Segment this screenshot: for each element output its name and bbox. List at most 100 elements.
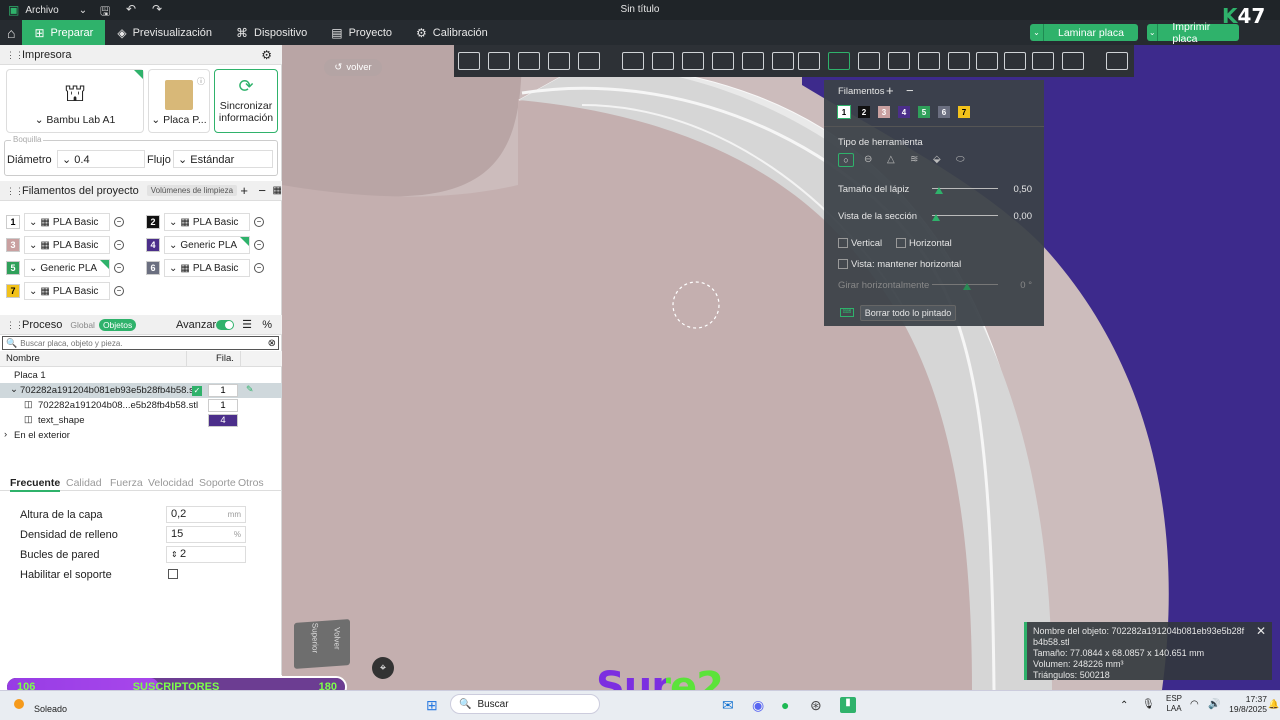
- tree-row[interactable]: ◫ text_shape 4: [0, 413, 282, 428]
- remove-icon[interactable]: −: [258, 183, 266, 198]
- drag-handle-icon[interactable]: ⋮⋮: [6, 186, 24, 195]
- filament-select[interactable]: ⌄ ▦ PLA Basic: [24, 213, 110, 231]
- settings-tab[interactable]: Frecuente: [10, 477, 61, 492]
- percent-icon[interactable]: %: [262, 319, 272, 331]
- sphere-tool-icon[interactable]: ⊖: [864, 154, 872, 165]
- view-icon[interactable]: [1106, 52, 1128, 70]
- filament-select[interactable]: ⌄ Generic PLA: [164, 236, 250, 254]
- slider-knob[interactable]: [963, 283, 971, 290]
- filament-slot[interactable]: 7 ⌄ ▦ PLA Basic −: [6, 282, 124, 300]
- tab-project[interactable]: ▤ Proyecto: [319, 20, 404, 45]
- bambu-studio-icon[interactable]: ▮: [840, 697, 856, 713]
- settings-tab[interactable]: Otros: [238, 477, 264, 489]
- clock[interactable]: 17:37 19/8/2025: [1225, 694, 1267, 714]
- brush-icon[interactable]: ✎: [246, 384, 254, 395]
- circle-tool-icon[interactable]: ○: [838, 153, 854, 167]
- paint-swatch[interactable]: 3: [878, 106, 890, 118]
- pen-size-slider[interactable]: [932, 187, 998, 194]
- sync-info-button[interactable]: ⟳ Sincronizar información: [214, 69, 278, 133]
- settings-tab[interactable]: Soporte: [199, 477, 236, 489]
- tab-calibration[interactable]: ⚙ Calibración: [404, 20, 500, 45]
- horizontal-checkbox[interactable]: [896, 238, 906, 248]
- variable-layer-icon[interactable]: [1032, 52, 1054, 70]
- chevron-down-icon[interactable]: ⌄: [1030, 24, 1044, 41]
- filament-slot[interactable]: 3 ⌄ ▦ PLA Basic −: [6, 236, 124, 254]
- drag-handle-icon[interactable]: ⋮⋮: [6, 320, 24, 329]
- paint-swatch[interactable]: 6: [938, 106, 950, 118]
- filament-slot[interactable]: 4 ⌄ Generic PLA −: [146, 236, 264, 254]
- setting-input[interactable]: 15%: [166, 526, 246, 543]
- slider-knob[interactable]: [935, 187, 944, 194]
- scale-icon[interactable]: [682, 52, 704, 70]
- list-icon[interactable]: ☰: [242, 318, 252, 331]
- close-icon[interactable]: ✕: [1256, 625, 1266, 637]
- chevron-up-icon[interactable]: ⌃: [1120, 700, 1128, 711]
- remove-filament-icon[interactable]: −: [254, 263, 264, 273]
- chevron-right-icon[interactable]: ›: [4, 429, 7, 440]
- mesh-icon[interactable]: [918, 52, 940, 70]
- color-paint-icon[interactable]: [828, 52, 850, 70]
- notification-icon[interactable]: 🔔: [1268, 699, 1279, 710]
- filament-index[interactable]: 1: [208, 384, 238, 397]
- add-plate-icon[interactable]: [488, 52, 510, 70]
- filament-select[interactable]: ⌄ Generic PLA: [24, 259, 110, 277]
- tree-row[interactable]: ◫ 702282a191204b08...e5b28fb4b58.stl 1: [0, 398, 282, 413]
- remove-filament-icon[interactable]: −: [114, 286, 124, 296]
- assembly-icon[interactable]: [888, 52, 910, 70]
- seam-icon[interactable]: [1004, 52, 1026, 70]
- search-box[interactable]: 🔍 ⊗: [2, 336, 279, 350]
- wifi-icon[interactable]: ◠: [1190, 699, 1199, 710]
- filament-select[interactable]: ⌄ ▦ PLA Basic: [164, 213, 250, 231]
- spotify-icon[interactable]: ●: [781, 697, 789, 713]
- measure-icon[interactable]: [948, 52, 970, 70]
- slider-knob[interactable]: [932, 214, 940, 221]
- tree-row[interactable]: ⌄ 702282a191204b081eb93e5b28fb4b58.stl ✓ ✎ 1: [0, 383, 282, 398]
- settings-tab[interactable]: Calidad: [66, 477, 102, 489]
- flow-select[interactable]: ⌄ Estándar: [173, 150, 273, 168]
- place-face-icon[interactable]: [712, 52, 734, 70]
- add-icon[interactable]: +: [886, 83, 894, 98]
- filament-select[interactable]: ⌄ ▦ PLA Basic: [24, 282, 110, 300]
- language-indicator[interactable]: ESP LAA: [1166, 694, 1182, 714]
- remove-filament-icon[interactable]: −: [114, 263, 124, 273]
- global-toggle[interactable]: Global: [70, 320, 95, 330]
- filament-slot[interactable]: 5 ⌄ Generic PLA −: [6, 259, 124, 277]
- settings-tab[interactable]: Velocidad: [148, 477, 194, 489]
- app-icon[interactable]: ⊛: [810, 697, 822, 714]
- move-icon[interactable]: [622, 52, 644, 70]
- filament-slot[interactable]: 2 ⌄ ▦ PLA Basic −: [146, 213, 264, 231]
- setting-input[interactable]: ⇕ 2: [166, 546, 246, 563]
- close-icon[interactable]: ⊗: [268, 338, 276, 349]
- paint-swatch[interactable]: 7: [958, 106, 970, 118]
- paint-swatch[interactable]: 2: [858, 106, 870, 118]
- chevron-down-icon[interactable]: ⌄: [1147, 24, 1159, 41]
- gear-icon[interactable]: ⚙: [261, 48, 272, 62]
- 3d-viewport[interactable]: ↺ volver Superior Volver ⌖: [282, 45, 1280, 690]
- support-checkbox[interactable]: [168, 569, 178, 579]
- section-view-slider[interactable]: [932, 214, 998, 221]
- search-input[interactable]: [20, 337, 268, 349]
- microphone-icon[interactable]: 🎙: [1142, 699, 1155, 710]
- filament-slot[interactable]: 1 ⌄ ▦ PLA Basic −: [6, 213, 124, 231]
- remove-filament-icon[interactable]: −: [254, 217, 264, 227]
- filament-index[interactable]: 4: [208, 414, 238, 427]
- advanced-switch[interactable]: [216, 320, 234, 330]
- height-tool-icon[interactable]: ≋: [910, 154, 918, 165]
- tree-row[interactable]: › En el exterior: [0, 428, 282, 443]
- paint-swatch[interactable]: 1: [837, 105, 851, 119]
- gap-fill-tool-icon[interactable]: ⬭: [956, 154, 965, 165]
- settings-tab[interactable]: Fuerza: [110, 477, 143, 489]
- slice-plate-button[interactable]: ⌄ Laminar placa: [1030, 24, 1138, 41]
- setting-input[interactable]: 0,2 mm: [166, 506, 246, 523]
- home-icon[interactable]: ⌂: [0, 20, 22, 45]
- focus-icon[interactable]: ⌖: [372, 657, 394, 679]
- back-button[interactable]: ↺ volver: [324, 59, 382, 76]
- keyboard-icon[interactable]: ⌨: [840, 308, 854, 317]
- keep-horizontal-checkbox[interactable]: [838, 259, 848, 269]
- view-cube[interactable]: Superior Volver: [294, 619, 350, 669]
- remove-filament-icon[interactable]: −: [114, 240, 124, 250]
- diameter-select[interactable]: ⌄ 0.4: [57, 150, 145, 168]
- check-icon[interactable]: ✓: [192, 386, 202, 396]
- tab-device[interactable]: ⌘ Dispositivo: [224, 20, 319, 45]
- cut-icon[interactable]: [742, 52, 764, 70]
